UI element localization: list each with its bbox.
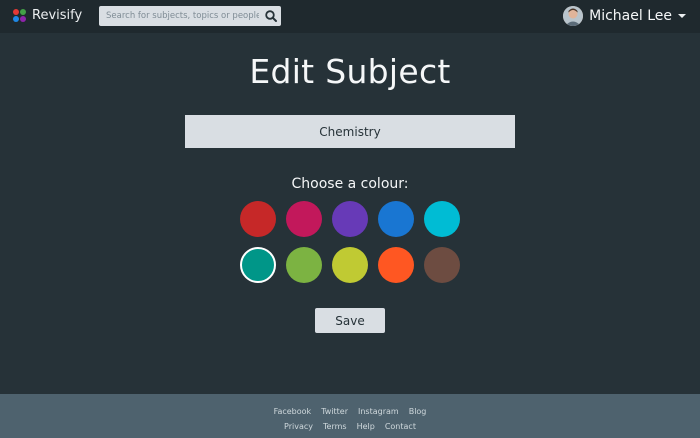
footer-info-links: Privacy Terms Help Contact [0,422,700,431]
colour-swatch[interactable] [424,201,460,237]
page-title: Edit Subject [249,52,451,91]
user-menu[interactable]: Michael Lee [563,6,686,26]
app-name: Revisify [32,8,83,23]
footer-link-facebook[interactable]: Facebook [274,407,312,416]
footer-link-contact[interactable]: Contact [385,422,416,431]
footer-link-blog[interactable]: Blog [409,407,427,416]
subject-name-input[interactable] [185,115,515,148]
save-button[interactable]: Save [315,308,385,333]
user-name: Michael Lee [589,8,672,24]
colour-swatch[interactable] [424,247,460,283]
colour-swatch[interactable] [378,201,414,237]
footer-link-privacy[interactable]: Privacy [284,422,313,431]
search-input[interactable] [99,6,259,26]
chevron-down-icon [678,14,686,18]
colour-swatch[interactable] [240,201,276,237]
colour-swatch[interactable] [332,247,368,283]
colour-swatch[interactable] [286,247,322,283]
footer-social-links: Facebook Twitter Instagram Blog [0,407,700,416]
colour-swatch[interactable] [378,247,414,283]
colour-swatch[interactable] [286,201,322,237]
top-navbar: Revisify Michael Lee [0,0,700,33]
footer-link-help[interactable]: Help [357,422,375,431]
avatar [563,6,584,26]
revisify-logo-icon [13,8,27,23]
colour-swatch[interactable] [332,201,368,237]
footer-link-terms[interactable]: Terms [323,422,347,431]
colour-swatch[interactable] [240,247,276,283]
app-logo[interactable]: Revisify [13,8,82,23]
search-box [99,6,281,26]
colour-label: Choose a colour: [291,176,409,192]
footer: Facebook Twitter Instagram Blog Privacy … [0,394,700,438]
footer-link-instagram[interactable]: Instagram [358,407,399,416]
footer-link-twitter[interactable]: Twitter [321,407,348,416]
search-icon[interactable] [264,9,278,23]
